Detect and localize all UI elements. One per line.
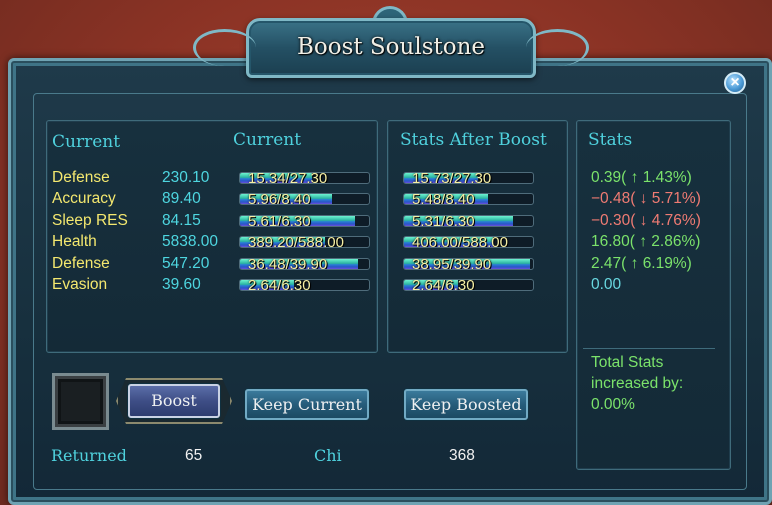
- current-bar-text: 5.96/8.40: [248, 193, 311, 206]
- stat-value: 84.15: [162, 211, 201, 229]
- chi-value: 368: [449, 447, 475, 464]
- returned-label: Returned: [51, 446, 127, 465]
- after-bar-text: 15.73/27.30: [412, 172, 492, 184]
- current-bar: 5.96/8.40: [239, 193, 370, 206]
- total-line-1: Total Stats: [591, 354, 664, 371]
- stat-label: Health: [52, 233, 97, 251]
- after-bar: 38.95/39.90: [403, 257, 534, 270]
- stat-change: −0.48( ↓ 5.71%): [591, 190, 701, 208]
- total-divider: [583, 348, 715, 349]
- chi-label: Chi: [314, 446, 342, 465]
- current-bar: 5.61/6.30: [239, 214, 370, 227]
- total-line-3: 0.00%: [591, 396, 635, 413]
- after-bar: 2.64/6.30: [403, 279, 534, 291]
- stat-label: Defense: [52, 254, 110, 272]
- after-bar-text: 5.31/6.30: [412, 214, 475, 227]
- boost-button[interactable]: Boost: [128, 384, 220, 418]
- current-bar-text: 389.20/588.00: [248, 236, 344, 249]
- current-bar: 2.64/6.30: [239, 279, 370, 291]
- current-bar-text: 5.61/6.30: [248, 214, 311, 227]
- after-bar-text: 2.64/6.30: [412, 279, 475, 291]
- window-title: Boost Soulstone: [296, 34, 486, 60]
- soulstone-slot[interactable]: [52, 373, 109, 430]
- stat-value: 547.20: [162, 254, 210, 272]
- current-labels-header: Current: [52, 132, 121, 152]
- current-bars-header: Current: [233, 130, 302, 150]
- stat-change: −0.30( ↓ 4.76%): [591, 211, 701, 229]
- current-bar: 15.34/27.30: [239, 172, 370, 184]
- stats-header: Stats: [588, 130, 633, 150]
- current-bar: 36.48/39.90: [239, 257, 370, 270]
- stat-change: 2.47( ↑ 6.19%): [591, 254, 692, 272]
- stat-value: 230.10: [162, 169, 210, 186]
- stat-value: 5838.00: [162, 233, 219, 251]
- stat-label: Defense: [52, 169, 110, 186]
- stat-label: Accuracy: [52, 190, 116, 208]
- after-bar-text: 38.95/39.90: [412, 257, 492, 270]
- after-bar: 5.48/8.40: [403, 193, 534, 206]
- current-bar: 389.20/588.00: [239, 236, 370, 249]
- returned-value: 65: [185, 447, 203, 464]
- current-bar-text: 2.64/6.30: [248, 279, 311, 291]
- total-stats-text: Total Stats increased by: 0.00%: [591, 352, 683, 415]
- keep-boosted-button[interactable]: Keep Boosted: [404, 389, 528, 420]
- after-boost-header: Stats After Boost: [400, 130, 547, 150]
- stat-label: Sleep RES: [52, 211, 128, 229]
- after-bar-text: 406.00/588.00: [412, 236, 508, 249]
- stat-change: 16.80( ↑ 2.86%): [591, 233, 701, 251]
- stat-value: 39.60: [162, 276, 201, 293]
- stat-change: 0.00: [591, 276, 622, 293]
- after-bar: 406.00/588.00: [403, 236, 534, 249]
- current-bar-text: 36.48/39.90: [248, 257, 328, 270]
- after-bar: 5.31/6.30: [403, 214, 534, 227]
- close-icon[interactable]: ×: [724, 72, 746, 94]
- stat-change: 0.39( ↑ 1.43%): [591, 169, 692, 186]
- keep-current-button[interactable]: Keep Current: [245, 389, 369, 420]
- after-bar-text: 5.48/8.40: [412, 193, 475, 206]
- total-line-2: increased by:: [591, 375, 684, 392]
- after-bar: 15.73/27.30: [403, 172, 534, 184]
- stat-label: Evasion: [52, 276, 108, 293]
- stat-value: 89.40: [162, 190, 201, 208]
- current-bar-text: 15.34/27.30: [248, 172, 328, 184]
